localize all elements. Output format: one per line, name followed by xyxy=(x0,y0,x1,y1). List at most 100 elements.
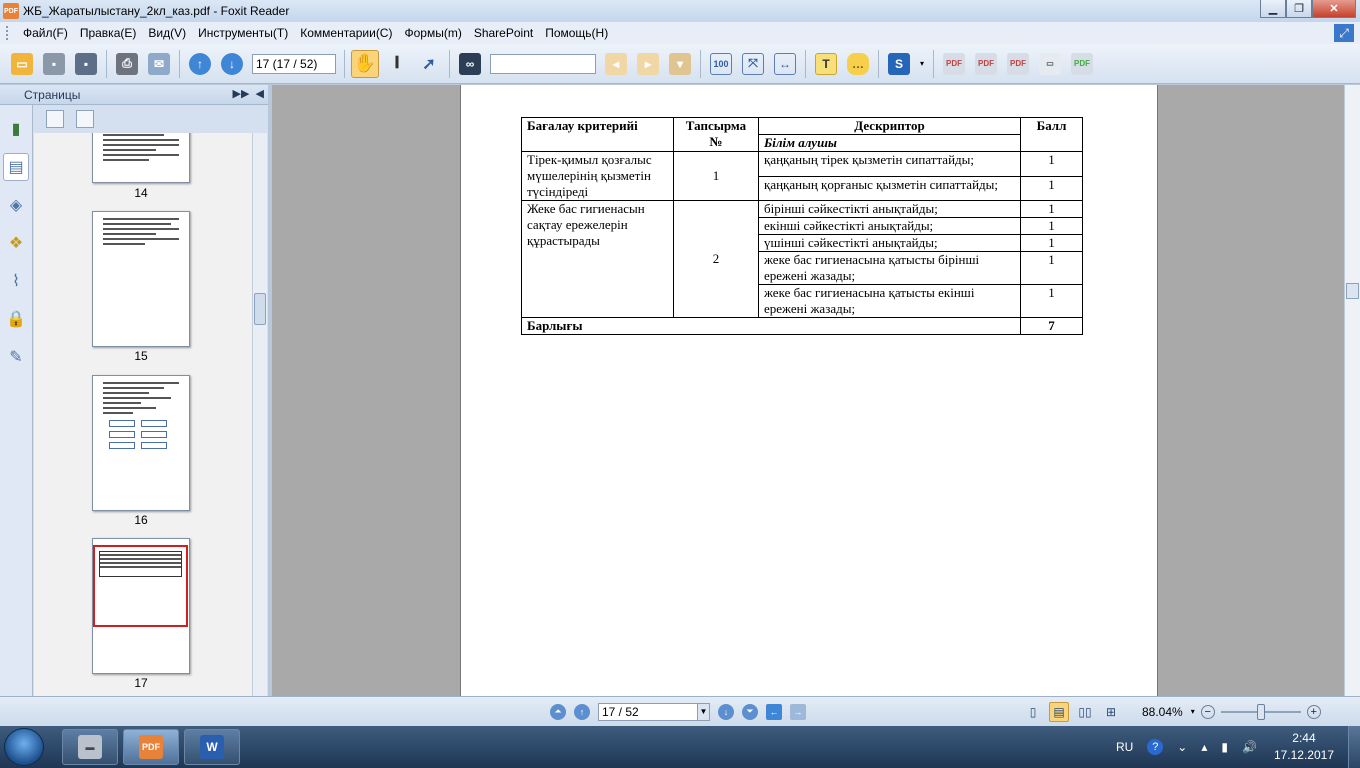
taskbar-explorer-button[interactable]: ▬ xyxy=(62,729,118,765)
attachments-tab[interactable]: ⌇ xyxy=(3,267,29,295)
facing-view-button[interactable]: ▯▯ xyxy=(1075,702,1095,722)
typewriter-icon: T xyxy=(815,52,837,75)
continuous-facing-view-button[interactable]: ⊞ xyxy=(1101,702,1121,722)
fit-width-icon: ↔ xyxy=(774,52,796,75)
thumbnail-text-lines xyxy=(103,382,179,449)
last-page-button[interactable]: ⏷ xyxy=(742,703,758,720)
fit-page-button[interactable]: ⤧ xyxy=(739,50,767,78)
sharepoint-button[interactable]: S xyxy=(885,50,913,78)
pdf-convert-button[interactable]: PDF xyxy=(972,50,1000,78)
pdf-create-button[interactable]: PDF xyxy=(940,50,968,78)
pdf-export-button[interactable]: PDF xyxy=(1068,50,1096,78)
find-button[interactable]: ∞ xyxy=(456,50,484,78)
sharepoint-dropdown[interactable]: ▾ xyxy=(917,50,927,78)
show-desktop-button[interactable] xyxy=(1348,726,1360,768)
hand-tool-button[interactable]: ✋ xyxy=(351,49,379,78)
arrow-left-icon: ← xyxy=(769,706,779,717)
page-thumbnail-17[interactable] xyxy=(92,538,190,674)
save-button[interactable]: ▪ xyxy=(40,50,68,78)
menu-file[interactable]: Файл(F) xyxy=(17,26,74,40)
menu-tools[interactable]: Инструменты(T) xyxy=(192,26,294,40)
continuous-view-button[interactable]: ▤ xyxy=(1049,701,1069,722)
back-button[interactable]: ← xyxy=(766,703,782,720)
single-page-view-button[interactable]: ▯ xyxy=(1023,702,1043,722)
enlarge-thumbnails-icon[interactable] xyxy=(46,110,64,128)
menu-view[interactable]: Вид(V) xyxy=(142,26,192,40)
tray-expand-icon[interactable]: ▴ xyxy=(1201,740,1207,754)
search-input[interactable] xyxy=(490,53,596,74)
panel-collapse-icon[interactable]: ▶▶ ◀ xyxy=(233,87,265,100)
page-number-input[interactable] xyxy=(252,53,336,74)
tray-settings-icon[interactable]: ⌄ xyxy=(1177,740,1187,754)
email-button[interactable]: ✉ xyxy=(145,50,173,78)
select-text-button[interactable]: 𝐈 xyxy=(383,50,411,78)
minimize-button[interactable]: ▁ xyxy=(1260,0,1286,18)
chevron-down-icon: ▼ xyxy=(697,703,709,720)
next-page-button[interactable]: ↓ xyxy=(218,50,246,78)
bookmarks-tab[interactable]: ▮ xyxy=(3,115,29,143)
pages-tab[interactable]: ▤ xyxy=(3,153,29,181)
reduce-thumbnails-icon[interactable] xyxy=(76,110,94,128)
pdf-page-button[interactable]: ▭ xyxy=(1036,50,1064,78)
first-page-icon: ⏶ xyxy=(554,706,562,716)
print-button[interactable]: ⎙ xyxy=(113,50,141,78)
language-indicator[interactable]: RU xyxy=(1116,740,1133,754)
pdf-convert-icon: PDF xyxy=(975,52,997,75)
document-view: Бағалау критерийі Тапсырма № Дескриптор … xyxy=(272,85,1344,696)
typewriter-button[interactable]: T xyxy=(812,50,840,78)
thumbnail-scroll-thumb[interactable] xyxy=(254,293,266,325)
network-icon[interactable]: ▮ xyxy=(1221,740,1228,754)
next-page-status-button[interactable]: ↓ xyxy=(718,703,734,720)
arrow-right-icon: → xyxy=(793,706,803,717)
taskbar-word-button[interactable]: W xyxy=(184,729,240,765)
select-tool-button[interactable]: ➚ xyxy=(415,50,443,78)
bookmark-icon: ▮ xyxy=(11,121,21,138)
previous-page-button[interactable]: ↑ xyxy=(186,50,214,78)
open-button[interactable]: ▭ xyxy=(8,50,36,78)
security-tab[interactable]: 🔒 xyxy=(3,305,29,333)
taskbar-foxit-button[interactable]: PDF xyxy=(123,729,179,765)
close-button[interactable]: ✕ xyxy=(1312,0,1356,18)
status-bar: ⏶ ↑ 17 / 52 ▼ ↓ ⏷ ← → ▯ ▤ ▯▯ ⊞ 88.04% ▾ … xyxy=(0,696,1360,726)
forward-button[interactable]: → xyxy=(790,703,806,720)
menu-help[interactable]: Помощь(H) xyxy=(539,26,614,40)
document-scrollbar[interactable] xyxy=(1344,85,1360,696)
zoom-dropdown-icon[interactable]: ▾ xyxy=(1191,707,1195,716)
zoom-out-button[interactable]: − xyxy=(1200,704,1215,719)
signatures-tab[interactable]: ✎ xyxy=(3,343,29,371)
volume-icon[interactable]: 🔊 xyxy=(1242,740,1257,754)
status-page-select[interactable]: 17 / 52 ▼ xyxy=(598,702,710,721)
pages-icon: ▤ xyxy=(8,159,24,176)
search-next-button[interactable]: ▸ xyxy=(634,50,662,78)
menu-sharepoint[interactable]: SharePoint xyxy=(468,26,539,40)
comments-tab[interactable]: ❖ xyxy=(3,229,29,257)
search-prev-button[interactable]: ◂ xyxy=(602,50,630,78)
layers-tab[interactable]: ◈ xyxy=(3,191,29,219)
zoom-level[interactable]: 88.04% xyxy=(1142,705,1183,719)
page-thumbnail-16[interactable] xyxy=(92,375,190,511)
fit-width-button[interactable]: ↔ xyxy=(771,50,799,78)
pdf-merge-button[interactable]: PDF xyxy=(1004,50,1032,78)
menu-edit[interactable]: Правка(E) xyxy=(74,26,143,40)
page-thumbnail-14[interactable] xyxy=(92,133,190,183)
help-icon[interactable]: ? xyxy=(1147,739,1164,755)
prev-page-button[interactable]: ↑ xyxy=(574,703,590,720)
start-button[interactable] xyxy=(4,728,44,766)
note-button[interactable]: … xyxy=(844,50,872,78)
zoom-in-button[interactable]: + xyxy=(1306,704,1321,719)
clock[interactable]: 2:44 17.12.2017 xyxy=(1274,730,1334,764)
fullscreen-toggle-icon[interactable]: ⤢ xyxy=(1334,24,1354,42)
menu-forms[interactable]: Формы(m) xyxy=(398,26,467,40)
search-options-button[interactable]: ▾ xyxy=(666,50,694,78)
page-thumbnail-15[interactable] xyxy=(92,211,190,347)
menu-comments[interactable]: Комментарии(C) xyxy=(294,26,398,40)
save-as-button[interactable]: ▪ xyxy=(72,50,100,78)
document-scroll-thumb[interactable] xyxy=(1346,283,1359,299)
zoom-slider[interactable] xyxy=(1220,703,1301,720)
actual-size-button[interactable]: 100 xyxy=(707,50,735,78)
speech-bubble-icon: … xyxy=(847,52,869,75)
zoom-slider-knob[interactable] xyxy=(1256,703,1265,720)
thumbnail-scrollbar[interactable] xyxy=(252,133,267,696)
maximize-button[interactable]: ❐ xyxy=(1286,0,1312,18)
first-page-button[interactable]: ⏶ xyxy=(550,703,566,720)
